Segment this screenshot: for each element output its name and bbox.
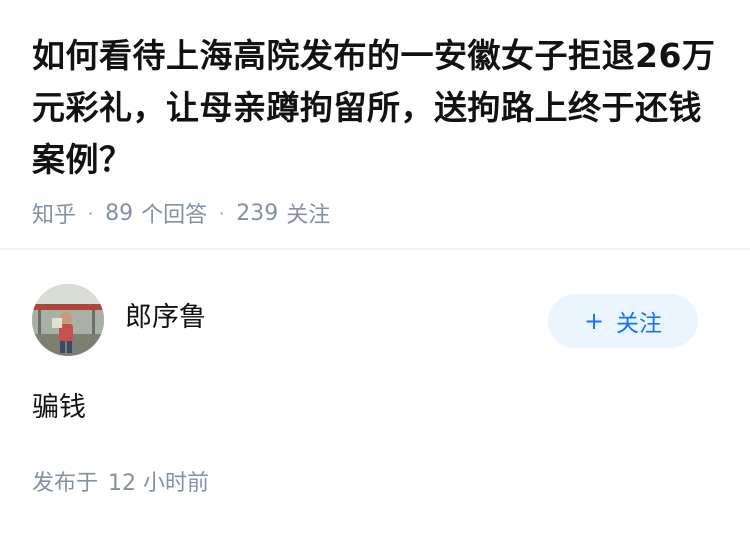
- answer-content[interactable]: 骗钱: [32, 388, 86, 428]
- follow-button-label: 关注: [616, 311, 663, 337]
- timestamp-prefix: 发布于: [32, 471, 99, 496]
- answer-timestamp: 发布于 12 小时前: [32, 469, 209, 499]
- follow-count: 239: [236, 200, 279, 226]
- question-header: 如何看待上海高院发布的一安徽女子拒退26万元彩礼，让母亲蹲拘留所，送拘路上终于还…: [32, 30, 722, 228]
- follow-count-label: 关注: [286, 203, 331, 228]
- plus-icon: +: [583, 307, 605, 335]
- answer-count-label: 个回答: [141, 203, 208, 228]
- separator-dot: ·: [219, 203, 225, 223]
- author-row: 郎序鲁 + 关注: [32, 284, 698, 356]
- section-divider: [0, 248, 750, 250]
- avatar[interactable]: [32, 284, 104, 356]
- question-title[interactable]: 如何看待上海高院发布的一安徽女子拒退26万元彩礼，让母亲蹲拘留所，送拘路上终于还…: [32, 30, 722, 186]
- question-meta: 知乎 · 89 个回答 · 239 关注: [32, 197, 722, 229]
- separator-dot: ·: [88, 203, 94, 223]
- source-label[interactable]: 知乎: [32, 197, 76, 229]
- avatar-photo-icon: [32, 284, 104, 356]
- follow-button[interactable]: + 关注: [548, 294, 698, 348]
- answer-count: 89: [105, 200, 134, 226]
- author-name[interactable]: 郎序鲁: [125, 300, 206, 336]
- timestamp-value: 12 小时前: [108, 471, 210, 496]
